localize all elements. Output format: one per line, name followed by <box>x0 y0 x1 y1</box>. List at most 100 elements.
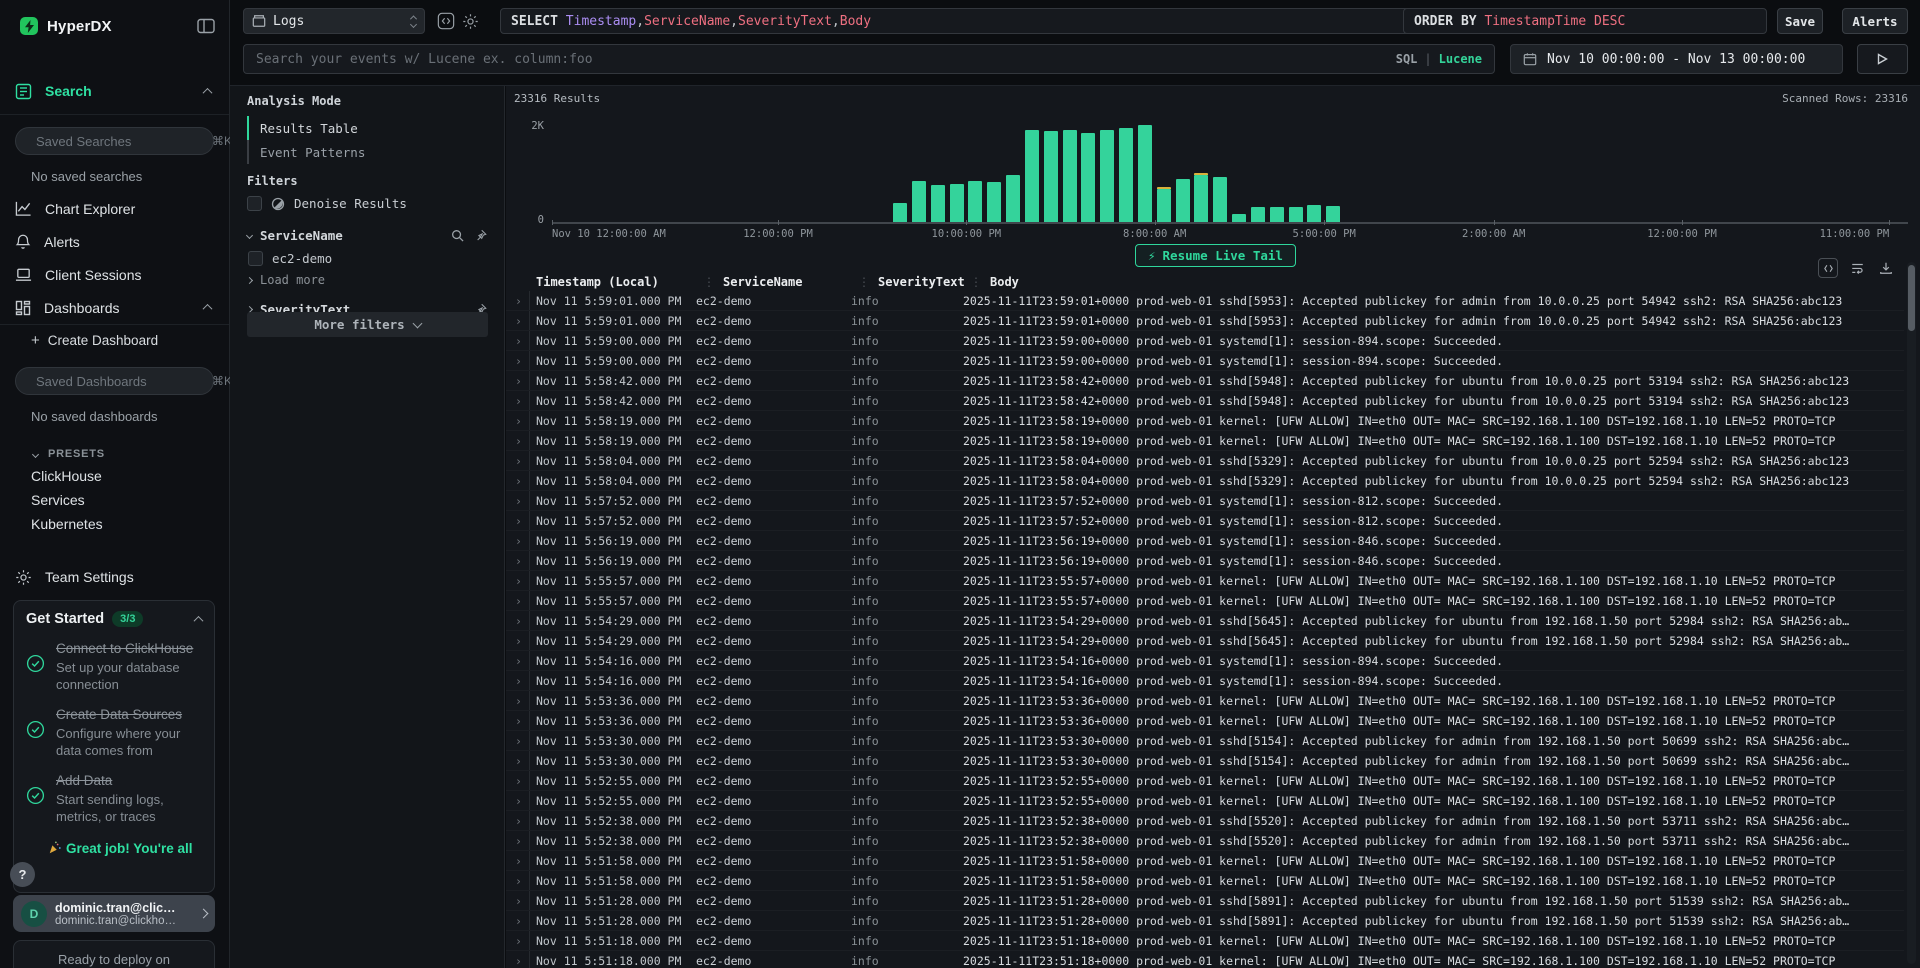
histogram-bar[interactable] <box>1194 175 1208 222</box>
table-row[interactable]: ›Nov 11 5:54:29.000 PMec2-demoinfo2025-1… <box>506 611 1904 631</box>
histogram-bar[interactable] <box>968 181 982 222</box>
histogram-bar[interactable] <box>1213 177 1227 222</box>
load-more-button[interactable]: Load more <box>247 270 487 290</box>
table-row[interactable]: ›Nov 11 5:58:42.000 PMec2-demoinfo2025-1… <box>506 371 1904 391</box>
table-row[interactable]: ›Nov 11 5:57:52.000 PMec2-demoinfo2025-1… <box>506 511 1904 531</box>
histogram-bar[interactable] <box>1025 130 1039 222</box>
histogram-bar-warn[interactable] <box>1157 187 1171 189</box>
search-icon[interactable] <box>451 229 464 242</box>
sql-mode-button[interactable]: SQL <box>1396 52 1418 66</box>
edit-source-icon-button[interactable] <box>435 10 457 32</box>
histogram-bar[interactable] <box>1157 189 1171 222</box>
table-row[interactable]: ›Nov 11 5:58:19.000 PMec2-demoinfo2025-1… <box>506 431 1904 451</box>
filter-value-ec2-demo[interactable]: ec2-demo <box>248 246 487 270</box>
histogram-bar[interactable] <box>1289 207 1303 222</box>
histogram-bar[interactable] <box>1307 205 1321 222</box>
table-row[interactable]: ›Nov 11 5:52:55.000 PMec2-demoinfo2025-1… <box>506 771 1904 791</box>
table-row[interactable]: ›Nov 11 5:58:04.000 PMec2-demoinfo2025-1… <box>506 471 1904 491</box>
presets-toggle[interactable]: PRESETS <box>0 444 229 464</box>
sidebar-item-client-sessions[interactable]: Client Sessions <box>0 258 229 291</box>
table-row[interactable]: ›Nov 11 5:53:36.000 PMec2-demoinfo2025-1… <box>506 711 1904 731</box>
resume-live-tail-button[interactable]: ⚡ Resume Live Tail <box>1135 244 1296 267</box>
table-row[interactable]: ›Nov 11 5:53:36.000 PMec2-demoinfo2025-1… <box>506 691 1904 711</box>
column-resize-handle[interactable]: ⋮ <box>703 275 715 289</box>
get-started-item[interactable]: Connect to ClickHouseSet up your databas… <box>26 640 202 693</box>
table-row[interactable]: ›Nov 11 5:58:04.000 PMec2-demoinfo2025-1… <box>506 451 1904 471</box>
sidebar-item-dashboards[interactable]: Dashboards <box>0 291 229 324</box>
histogram-bar[interactable] <box>1063 130 1077 222</box>
histogram-bar[interactable] <box>1006 175 1020 222</box>
source-settings-gear-icon[interactable] <box>459 10 481 32</box>
table-row[interactable]: ›Nov 11 5:54:29.000 PMec2-demoinfo2025-1… <box>506 631 1904 651</box>
preset-item-clickhouse[interactable]: ClickHouse <box>0 464 229 488</box>
histogram-bar-warn[interactable] <box>1194 173 1208 175</box>
table-row[interactable]: ›Nov 11 5:52:55.000 PMec2-demoinfo2025-1… <box>506 791 1904 811</box>
vertical-scrollbar[interactable] <box>1907 262 1916 964</box>
table-row[interactable]: ›Nov 11 5:51:58.000 PMec2-demoinfo2025-1… <box>506 871 1904 891</box>
histogram-bar[interactable] <box>931 185 945 222</box>
histogram-bar[interactable] <box>1081 133 1095 222</box>
histogram-bar[interactable] <box>1251 207 1265 222</box>
denoise-checkbox[interactable] <box>247 196 262 211</box>
filter-group-servicename[interactable]: ServiceName <box>247 224 487 246</box>
histogram-bar[interactable] <box>1326 206 1340 222</box>
column-header-servicename[interactable]: ⋮ServiceName <box>703 272 858 291</box>
histogram-bar[interactable] <box>1270 207 1284 222</box>
table-row[interactable]: ›Nov 11 5:55:57.000 PMec2-demoinfo2025-1… <box>506 591 1904 611</box>
column-resize-handle[interactable]: ⋮ <box>970 275 982 289</box>
histogram-bar[interactable] <box>987 182 1001 222</box>
saved-dashboards-input[interactable]: ⌘K <box>15 367 214 395</box>
denoise-results-toggle[interactable]: Denoise Results <box>247 196 407 211</box>
deploy-banner[interactable]: Ready to deploy on <box>13 940 215 968</box>
column-header-timestamp-local-[interactable]: Timestamp (Local) <box>536 272 703 291</box>
saved-searches-input[interactable]: ⌘K <box>15 127 214 155</box>
histogram-bar[interactable] <box>1119 128 1133 222</box>
table-row[interactable]: ›Nov 11 5:51:58.000 PMec2-demoinfo2025-1… <box>506 851 1904 871</box>
run-query-button[interactable] <box>1857 44 1908 74</box>
column-resize-handle[interactable]: ⋮ <box>858 275 870 289</box>
preset-item-kubernetes[interactable]: Kubernetes <box>0 512 229 536</box>
sidebar-collapse-icon[interactable] <box>197 18 215 34</box>
histogram-bar[interactable] <box>1232 214 1246 222</box>
table-row[interactable]: ›Nov 11 5:51:28.000 PMec2-demoinfo2025-1… <box>506 911 1904 931</box>
table-row[interactable]: ›Nov 11 5:59:01.000 PMec2-demoinfo2025-1… <box>506 291 1904 311</box>
get-started-item[interactable]: Add DataStart sending logs, metrics, or … <box>26 772 202 825</box>
histogram-bar[interactable] <box>1100 130 1114 222</box>
scrollbar-thumb[interactable] <box>1908 265 1915 331</box>
histogram-bar[interactable] <box>1044 131 1058 222</box>
order-by-input[interactable]: ORDER BY TimestampTime DESC <box>1403 8 1767 34</box>
histogram-bar[interactable] <box>893 203 907 222</box>
table-row[interactable]: ›Nov 11 5:57:52.000 PMec2-demoinfo2025-1… <box>506 491 1904 511</box>
table-row[interactable]: ›Nov 11 5:58:19.000 PMec2-demoinfo2025-1… <box>506 411 1904 431</box>
histogram-bar[interactable] <box>1176 179 1190 222</box>
saved-dashboards-field[interactable] <box>36 374 212 389</box>
event-search-input[interactable] <box>244 52 1396 67</box>
sidebar-item-chart-explorer[interactable]: Chart Explorer <box>0 192 229 225</box>
table-row[interactable]: ›Nov 11 5:54:16.000 PMec2-demoinfo2025-1… <box>506 651 1904 671</box>
source-select[interactable]: Logs <box>243 8 425 34</box>
table-row[interactable]: ›Nov 11 5:51:28.000 PMec2-demoinfo2025-1… <box>506 891 1904 911</box>
table-row[interactable]: ›Nov 11 5:52:38.000 PMec2-demoinfo2025-1… <box>506 811 1904 831</box>
alerts-button[interactable]: Alerts <box>1842 8 1908 34</box>
saved-searches-field[interactable] <box>36 134 212 149</box>
filter-checkbox[interactable] <box>248 251 263 266</box>
create-dashboard-button[interactable]: + Create Dashboard <box>0 325 229 355</box>
histogram-bar[interactable] <box>1138 125 1152 222</box>
get-started-item[interactable]: Create Data SourcesConfigure where your … <box>26 706 202 759</box>
preset-item-services[interactable]: Services <box>0 488 229 512</box>
sidebar-item-search[interactable]: Search <box>0 78 229 104</box>
sidebar-item-alerts[interactable]: Alerts <box>0 225 229 258</box>
column-header-severitytext[interactable]: ⋮SeverityText <box>858 272 970 291</box>
sidebar-item-team-settings[interactable]: Team Settings <box>0 564 229 590</box>
save-button[interactable]: Save <box>1777 8 1823 34</box>
histogram-bar[interactable] <box>912 181 926 222</box>
analysis-mode-event-patterns[interactable]: Event Patterns <box>247 140 365 164</box>
table-row[interactable]: ›Nov 11 5:54:16.000 PMec2-demoinfo2025-1… <box>506 671 1904 691</box>
table-row[interactable]: ›Nov 11 5:59:00.000 PMec2-demoinfo2025-1… <box>506 331 1904 351</box>
more-filters-button[interactable]: More filters <box>247 312 488 337</box>
time-range-picker[interactable]: Nov 10 00:00:00 - Nov 13 00:00:00 <box>1510 44 1843 74</box>
pin-icon[interactable] <box>474 229 487 242</box>
analysis-mode-results-table[interactable]: Results Table <box>247 116 365 140</box>
lucene-mode-button[interactable]: Lucene <box>1439 52 1482 66</box>
table-row[interactable]: ›Nov 11 5:55:57.000 PMec2-demoinfo2025-1… <box>506 571 1904 591</box>
